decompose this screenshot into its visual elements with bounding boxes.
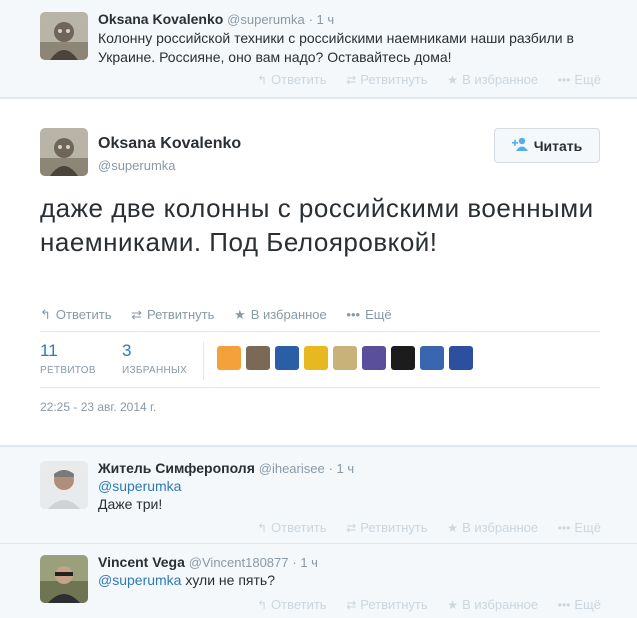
reply-button[interactable]: ↰ Ответить bbox=[257, 72, 327, 87]
retweet-icon: ⇄ bbox=[346, 521, 357, 535]
favorite-button[interactable]: ★ В избранное bbox=[447, 520, 538, 535]
favoriter-avatar[interactable] bbox=[449, 346, 473, 370]
more-button[interactable]: ••• Ещё bbox=[558, 72, 601, 87]
mention-link[interactable]: @superumka bbox=[98, 572, 181, 588]
more-icon: ••• bbox=[346, 307, 361, 322]
author-name[interactable]: Vincent Vega bbox=[98, 554, 185, 570]
favoriter-avatar[interactable] bbox=[362, 346, 386, 370]
favorite-button[interactable]: ★ В избранное bbox=[447, 597, 538, 612]
tweet-date[interactable]: 22:25 - 23 авг. 2014 г. bbox=[40, 400, 156, 414]
tweet-text: даже две колонны с российскими военными … bbox=[40, 193, 594, 257]
more-button[interactable]: ••• Ещё bbox=[346, 307, 391, 322]
follow-button[interactable]: Читать bbox=[494, 128, 600, 163]
author-handle[interactable]: @superumka bbox=[98, 158, 176, 173]
star-icon: ★ bbox=[447, 521, 459, 535]
tweet-time[interactable]: · 1 ч bbox=[309, 12, 335, 27]
avatar[interactable] bbox=[40, 128, 88, 176]
favoriter-avatar[interactable] bbox=[391, 346, 415, 370]
tweet-time[interactable]: · 1 ч bbox=[292, 555, 318, 570]
reply-icon: ↰ bbox=[256, 598, 268, 612]
favoriter-avatar[interactable] bbox=[304, 346, 328, 370]
star-icon: ★ bbox=[447, 73, 459, 87]
star-icon: ★ bbox=[234, 307, 246, 322]
tweet-text: Колонну российской техники с российскими… bbox=[98, 30, 574, 65]
tweet-time[interactable]: · 1 ч bbox=[329, 461, 355, 476]
reply-button[interactable]: ↰ Ответить bbox=[257, 597, 327, 612]
avatar[interactable] bbox=[40, 555, 88, 603]
favorites-stat[interactable]: 3 ИЗБРАННЫХ bbox=[122, 341, 187, 376]
reply-tweet-2[interactable]: Vincent Vega @Vincent180877 · 1 ч @super… bbox=[0, 544, 637, 618]
favoriter-avatar[interactable] bbox=[275, 346, 299, 370]
more-icon: ••• bbox=[557, 598, 571, 612]
retweets-count: 11 bbox=[40, 341, 58, 360]
retweet-button[interactable]: ⇄ Ретвитнуть bbox=[131, 307, 214, 322]
retweet-icon: ⇄ bbox=[346, 73, 357, 87]
star-icon: ★ bbox=[447, 598, 459, 612]
author-name[interactable]: Oksana Kovalenko bbox=[98, 11, 223, 27]
more-icon: ••• bbox=[557, 73, 571, 87]
reply-icon: ↰ bbox=[40, 307, 51, 322]
stats-divider-top bbox=[40, 331, 600, 332]
mention-link[interactable]: @superumka bbox=[98, 478, 181, 494]
favorite-button[interactable]: ★ В избранное bbox=[234, 307, 327, 322]
retweet-icon: ⇄ bbox=[131, 307, 143, 322]
tweet-main: Oksana Kovalenko @superumka Читать даже … bbox=[0, 98, 637, 446]
favorites-count: 3 bbox=[122, 341, 132, 360]
reply-button[interactable]: ↰ Ответить bbox=[257, 520, 327, 535]
retweet-icon: ⇄ bbox=[346, 598, 357, 612]
retweets-stat[interactable]: 11 РЕТВИТОВ bbox=[40, 341, 96, 376]
author-handle[interactable]: @superumka bbox=[227, 12, 305, 27]
retweets-label: РЕТВИТОВ bbox=[40, 365, 96, 376]
avatar[interactable] bbox=[40, 12, 88, 60]
favoriter-avatar[interactable] bbox=[246, 346, 270, 370]
favorites-label: ИЗБРАННЫХ bbox=[122, 365, 188, 376]
stats-divider bbox=[203, 342, 204, 380]
stats-divider-bottom bbox=[40, 387, 600, 388]
favoriter-avatar[interactable] bbox=[333, 346, 357, 370]
tweet-text: Даже три! bbox=[98, 496, 163, 512]
reply-button[interactable]: ↰ Ответить bbox=[40, 307, 111, 322]
more-button[interactable]: ••• Ещё bbox=[558, 597, 601, 612]
reply-icon: ↰ bbox=[256, 521, 268, 535]
tweet-top[interactable]: Oksana Kovalenko @superumka · 1 ч Колонн… bbox=[0, 0, 637, 98]
author-handle[interactable]: @ihearisee bbox=[259, 461, 325, 476]
favoriter-avatar[interactable] bbox=[420, 346, 444, 370]
more-icon: ••• bbox=[557, 521, 571, 535]
reply-icon: ↰ bbox=[256, 73, 268, 87]
avatar[interactable] bbox=[40, 461, 88, 509]
retweet-button[interactable]: ⇄ Ретвитнуть bbox=[346, 597, 427, 612]
favoriter-avatars bbox=[217, 346, 473, 370]
author-name[interactable]: Житель Симферополя bbox=[98, 460, 255, 476]
author-handle[interactable]: @Vincent180877 bbox=[189, 555, 289, 570]
favoriter-avatar[interactable] bbox=[217, 346, 241, 370]
follow-icon bbox=[511, 137, 528, 154]
tweet-text: хули не пять? bbox=[181, 572, 275, 588]
more-button[interactable]: ••• Ещё bbox=[558, 520, 601, 535]
retweet-button[interactable]: ⇄ Ретвитнуть bbox=[346, 72, 427, 87]
author-name[interactable]: Oksana Kovalenko bbox=[98, 135, 241, 152]
reply-tweet-1[interactable]: Житель Симферополя @ihearisee · 1 ч @sup… bbox=[0, 446, 637, 544]
retweet-button[interactable]: ⇄ Ретвитнуть bbox=[346, 520, 427, 535]
favorite-button[interactable]: ★ В избранное bbox=[447, 72, 538, 87]
